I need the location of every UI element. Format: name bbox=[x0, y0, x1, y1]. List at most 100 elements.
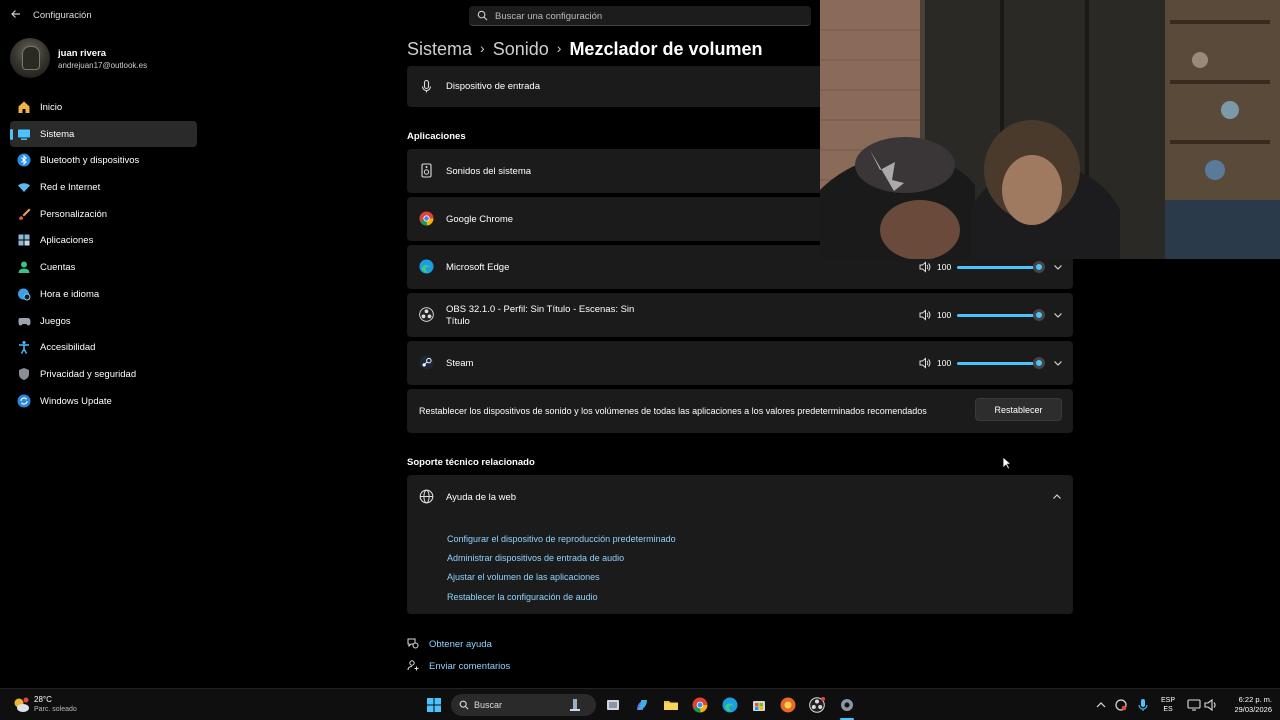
settings-gear-icon[interactable] bbox=[839, 697, 855, 713]
web-help-title: Ayuda de la web bbox=[446, 492, 517, 503]
app-name: Google Chrome bbox=[446, 214, 514, 225]
chevron-down-icon[interactable] bbox=[1052, 261, 1064, 273]
feedback-icon bbox=[407, 660, 419, 671]
input-language-bottom: ES bbox=[1163, 706, 1173, 713]
breadcrumb-sonido[interactable]: Sonido bbox=[493, 39, 549, 59]
person-icon bbox=[18, 261, 30, 274]
input-language-top: ESP bbox=[1160, 697, 1175, 704]
sidebar-item-hora[interactable]: Hora e idioma bbox=[10, 281, 197, 308]
gamepad-icon bbox=[18, 317, 31, 325]
help-link[interactable]: Ajustar el volumen de las aplicaciones bbox=[447, 572, 600, 582]
network-icon[interactable] bbox=[1186, 697, 1202, 713]
input-language[interactable]: ESP ES bbox=[1157, 696, 1179, 714]
settings-search-input[interactable] bbox=[495, 8, 795, 24]
volume-slider[interactable] bbox=[957, 362, 1041, 365]
microphone-icon bbox=[421, 79, 432, 93]
breadcrumb-sistema[interactable]: Sistema bbox=[407, 39, 472, 59]
file-explorer-icon[interactable] bbox=[663, 697, 679, 713]
chevron-down-icon[interactable] bbox=[1052, 309, 1064, 321]
help-link[interactable]: Administrar dispositivos de entrada de a… bbox=[447, 553, 624, 563]
back-arrow-icon[interactable] bbox=[8, 8, 24, 24]
sidebar-item-personalizacion[interactable]: Personalización bbox=[10, 201, 197, 228]
shield-icon bbox=[19, 367, 29, 380]
tray-app-icon[interactable] bbox=[1113, 697, 1129, 713]
speaker-icon[interactable] bbox=[919, 357, 931, 369]
sidebar-item-label: Windows Update bbox=[40, 395, 112, 407]
brush-icon bbox=[19, 208, 31, 220]
app-row-obs[interactable]: OBS 32.1.0 - Perfil: Sin Título - Escena… bbox=[407, 293, 1073, 337]
windows-start-icon[interactable] bbox=[426, 697, 442, 713]
sidebar-item-windows-update[interactable]: Windows Update bbox=[10, 388, 197, 415]
volume-icon[interactable] bbox=[1203, 697, 1219, 713]
sidebar-item-label: Cuentas bbox=[40, 262, 76, 274]
chrome-icon[interactable] bbox=[692, 697, 708, 713]
volume-value: 100 bbox=[937, 358, 952, 368]
user-name: juan rivera bbox=[58, 48, 107, 59]
search-highlight-icon bbox=[570, 699, 580, 711]
volume-slider[interactable] bbox=[957, 314, 1041, 317]
taskbar-search[interactable]: Buscar bbox=[451, 694, 596, 716]
microphone-icon[interactable] bbox=[1135, 697, 1151, 713]
send-feedback-link[interactable]: Enviar comentarios bbox=[429, 661, 510, 672]
sidebar-item-sistema[interactable]: Sistema bbox=[10, 120, 197, 148]
web-help-header[interactable]: Ayuda de la web bbox=[407, 475, 1073, 518]
app-row-steam[interactable]: Steam 100 bbox=[407, 341, 1073, 385]
sidebar-item-juegos[interactable]: Juegos bbox=[10, 308, 197, 335]
sidebar-item-bluetooth[interactable]: Bluetooth y dispositivos bbox=[10, 147, 197, 174]
media-app-icon[interactable] bbox=[780, 697, 796, 713]
obs-icon[interactable] bbox=[809, 697, 825, 713]
weather-widget[interactable]: 28°C Parc. soleado bbox=[0, 689, 110, 720]
volume-control: 100 bbox=[919, 341, 1069, 385]
help-link[interactable]: Restablecer la configuración de audio bbox=[447, 592, 598, 602]
app-name: OBS 32.1.0 - Perfil: Sin Título - Escena… bbox=[446, 304, 635, 327]
task-view-icon[interactable] bbox=[605, 697, 621, 713]
sidebar-item-label: Personalización bbox=[40, 208, 108, 220]
reset-card: Restablecer los dispositivos de sonido y… bbox=[407, 389, 1073, 433]
chevron-up-icon[interactable] bbox=[1093, 697, 1109, 713]
app-title: Configuración bbox=[33, 10, 92, 21]
volume-slider-thumb[interactable] bbox=[1033, 309, 1045, 321]
steam-icon bbox=[419, 355, 434, 370]
settings-search-box[interactable] bbox=[469, 6, 811, 26]
copilot-icon[interactable] bbox=[634, 697, 650, 713]
weather-temperature: 28°C bbox=[34, 695, 52, 704]
user-email: andrejuan17@outlook.es bbox=[58, 61, 148, 70]
sidebar-item-aplicaciones[interactable]: Aplicaciones bbox=[10, 227, 197, 254]
bluetooth-icon bbox=[17, 153, 31, 167]
sidebar-item-red[interactable]: Red e Internet bbox=[10, 174, 197, 201]
help-link[interactable]: Configurar el dispositivo de reproducció… bbox=[447, 534, 676, 544]
taskbar: 28°C Parc. soleado Buscar ESP ES 6:22 p.… bbox=[0, 688, 1280, 720]
reset-button[interactable]: Restablecer bbox=[975, 398, 1062, 421]
chevron-up-icon[interactable] bbox=[1051, 491, 1063, 503]
sidebar-item-privacidad[interactable]: Privacidad y seguridad bbox=[10, 361, 197, 388]
speaker-icon[interactable] bbox=[919, 309, 931, 321]
speaker-icon[interactable] bbox=[919, 261, 931, 273]
clock[interactable]: 6:22 p. m. 29/03/2026 bbox=[1222, 695, 1272, 715]
volume-value: 100 bbox=[937, 262, 952, 272]
edge-icon bbox=[419, 259, 434, 274]
reset-description: Restablecer los dispositivos de sonido y… bbox=[419, 406, 927, 416]
store-icon[interactable] bbox=[751, 697, 767, 713]
volume-value: 100 bbox=[937, 310, 952, 320]
sidebar-item-accesibilidad[interactable]: Accesibilidad bbox=[10, 334, 197, 361]
sidebar-item-label: Privacidad y seguridad bbox=[40, 368, 137, 380]
sidebar-item-label: Aplicaciones bbox=[40, 235, 94, 247]
sidebar-item-label: Bluetooth y dispositivos bbox=[40, 155, 140, 167]
clock-time: 6:22 p. m. bbox=[1238, 695, 1272, 704]
app-name: Sonidos del sistema bbox=[446, 166, 532, 177]
sidebar-item-label: Juegos bbox=[40, 315, 71, 327]
sidebar-item-cuentas[interactable]: Cuentas bbox=[10, 254, 197, 281]
sidebar-item-label: Red e Internet bbox=[40, 182, 101, 194]
apps-section-title: Aplicaciones bbox=[407, 131, 466, 142]
sidebar-item-inicio[interactable]: Inicio bbox=[10, 94, 197, 121]
volume-slider-thumb[interactable] bbox=[1033, 261, 1045, 273]
chevron-down-icon[interactable] bbox=[1052, 357, 1064, 369]
weather-description: Parc. soleado bbox=[34, 706, 77, 713]
apps-icon bbox=[18, 234, 30, 246]
edge-icon[interactable] bbox=[722, 697, 738, 713]
volume-slider[interactable] bbox=[957, 266, 1041, 269]
get-help-link[interactable]: Obtener ayuda bbox=[429, 639, 492, 650]
volume-slider-thumb[interactable] bbox=[1033, 357, 1045, 369]
web-help-card: Ayuda de la web Configurar el dispositiv… bbox=[407, 475, 1073, 614]
system-icon bbox=[18, 129, 30, 140]
